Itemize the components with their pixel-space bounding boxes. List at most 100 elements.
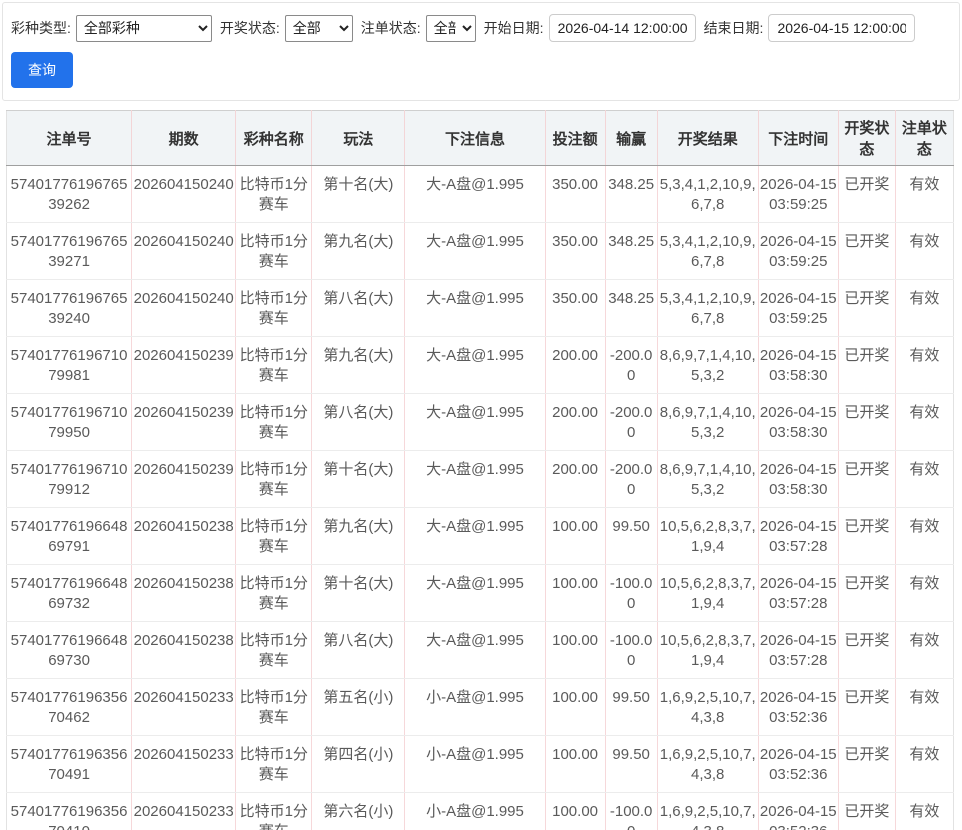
bet-status-label: 注单状态:	[361, 18, 421, 38]
cell-lottery-name: 比特币1分赛车	[236, 280, 312, 337]
cell-win-loss: -200.00	[605, 451, 657, 508]
cell-bet-status: 有效	[895, 166, 953, 223]
cell-bet-time: 2026-04-15 03:57:28	[758, 508, 838, 565]
table-row: 5740177619671079950202604150239比特币1分赛车第八…	[7, 394, 954, 451]
cell-bet-amount: 100.00	[545, 565, 605, 622]
cell-bet-status: 有效	[895, 223, 953, 280]
cell-bet-info: 大-A盘@1.995	[405, 166, 545, 223]
cell-bet-number: 5740177619676539240	[7, 280, 132, 337]
cell-bet-time: 2026-04-15 03:52:36	[758, 793, 838, 830]
draw-status-select[interactable]: 全部	[285, 15, 353, 42]
cell-lottery-name: 比特币1分赛车	[236, 508, 312, 565]
cell-draw-status: 已开奖	[838, 394, 895, 451]
cell-lottery-name: 比特币1分赛车	[236, 793, 312, 830]
cell-bet-number: 5740177619635670491	[7, 736, 132, 793]
column-header-bet-number: 注单号	[7, 111, 132, 166]
cell-period: 202604150240	[132, 280, 236, 337]
cell-lottery-name: 比特币1分赛车	[236, 679, 312, 736]
cell-draw-status: 已开奖	[838, 337, 895, 394]
cell-bet-info: 大-A盘@1.995	[405, 394, 545, 451]
start-date-input[interactable]	[549, 14, 696, 42]
cell-bet-status: 有效	[895, 508, 953, 565]
cell-bet-info: 大-A盘@1.995	[405, 565, 545, 622]
cell-bet-info: 大-A盘@1.995	[405, 508, 545, 565]
table-row: 5740177619664869732202604150238比特币1分赛车第十…	[7, 565, 954, 622]
cell-draw-result: 8,6,9,7,1,4,10,5,3,2	[657, 337, 758, 394]
cell-bet-number: 5740177619664869791	[7, 508, 132, 565]
lottery-type-select[interactable]: 全部彩种	[76, 15, 212, 42]
cell-win-loss: 99.50	[605, 736, 657, 793]
cell-draw-status: 已开奖	[838, 793, 895, 830]
cell-draw-status: 已开奖	[838, 508, 895, 565]
cell-period: 202604150238	[132, 565, 236, 622]
cell-bet-info: 大-A盘@1.995	[405, 337, 545, 394]
table-row: 5740177619635670410202604150233比特币1分赛车第六…	[7, 793, 954, 830]
cell-bet-time: 2026-04-15 03:59:25	[758, 166, 838, 223]
column-header-win-loss: 输赢	[605, 111, 657, 166]
cell-lottery-name: 比特币1分赛车	[236, 166, 312, 223]
cell-bet-amount: 200.00	[545, 337, 605, 394]
cell-period: 202604150239	[132, 394, 236, 451]
cell-bet-time: 2026-04-15 03:58:30	[758, 451, 838, 508]
cell-period: 202604150239	[132, 451, 236, 508]
cell-bet-status: 有效	[895, 679, 953, 736]
column-header-play-type: 玩法	[312, 111, 405, 166]
draw-status-label: 开奖状态:	[220, 18, 280, 38]
cell-win-loss: -100.00	[605, 793, 657, 830]
cell-play-type: 第八名(大)	[312, 622, 405, 679]
cell-bet-status: 有效	[895, 280, 953, 337]
cell-period: 202604150238	[132, 508, 236, 565]
cell-win-loss: -200.00	[605, 337, 657, 394]
cell-bet-amount: 100.00	[545, 508, 605, 565]
cell-win-loss: 348.25	[605, 166, 657, 223]
cell-play-type: 第六名(小)	[312, 793, 405, 830]
cell-play-type: 第九名(大)	[312, 337, 405, 394]
cell-bet-number: 5740177619671079950	[7, 394, 132, 451]
table-row: 5740177619676539271202604150240比特币1分赛车第九…	[7, 223, 954, 280]
cell-draw-status: 已开奖	[838, 736, 895, 793]
cell-bet-time: 2026-04-15 03:52:36	[758, 736, 838, 793]
table-row: 5740177619676539240202604150240比特币1分赛车第八…	[7, 280, 954, 337]
cell-win-loss: 348.25	[605, 280, 657, 337]
cell-period: 202604150238	[132, 622, 236, 679]
cell-play-type: 第八名(大)	[312, 394, 405, 451]
cell-lottery-name: 比特币1分赛车	[236, 736, 312, 793]
cell-draw-result: 1,6,9,2,5,10,7,4,3,8	[657, 736, 758, 793]
cell-bet-status: 有效	[895, 451, 953, 508]
query-button[interactable]: 查询	[11, 52, 73, 88]
table-row: 5740177619664869791202604150238比特币1分赛车第九…	[7, 508, 954, 565]
cell-lottery-name: 比特币1分赛车	[236, 622, 312, 679]
cell-bet-number: 5740177619635670462	[7, 679, 132, 736]
header-row: 注单号期数彩种名称玩法下注信息投注额输赢开奖结果下注时间开奖状态注单状态	[7, 111, 954, 166]
cell-draw-result: 1,6,9,2,5,10,7,4,3,8	[657, 793, 758, 830]
cell-draw-result: 5,3,4,1,2,10,9,6,7,8	[657, 223, 758, 280]
filter-row: 彩种类型: 全部彩种 开奖状态: 全部 注单状态: 全部 开始日期: 结束日期:	[11, 14, 951, 42]
cell-bet-amount: 100.00	[545, 736, 605, 793]
column-header-draw-result: 开奖结果	[657, 111, 758, 166]
cell-draw-status: 已开奖	[838, 622, 895, 679]
cell-bet-info: 小-A盘@1.995	[405, 679, 545, 736]
cell-draw-status: 已开奖	[838, 565, 895, 622]
cell-bet-time: 2026-04-15 03:57:28	[758, 622, 838, 679]
end-date-input[interactable]	[768, 14, 915, 42]
cell-period: 202604150233	[132, 793, 236, 830]
bet-status-select[interactable]: 全部	[426, 15, 476, 42]
lottery-type-label: 彩种类型:	[11, 18, 71, 38]
cell-bet-number: 5740177619664869732	[7, 565, 132, 622]
cell-bet-number: 5740177619635670410	[7, 793, 132, 830]
column-header-period: 期数	[132, 111, 236, 166]
column-header-bet-amount: 投注额	[545, 111, 605, 166]
cell-period: 202604150240	[132, 223, 236, 280]
cell-draw-status: 已开奖	[838, 166, 895, 223]
cell-bet-time: 2026-04-15 03:57:28	[758, 565, 838, 622]
bet-table-header: 注单号期数彩种名称玩法下注信息投注额输赢开奖结果下注时间开奖状态注单状态	[7, 111, 954, 166]
cell-bet-status: 有效	[895, 394, 953, 451]
cell-bet-status: 有效	[895, 622, 953, 679]
end-date-label: 结束日期:	[704, 18, 764, 38]
column-header-lottery-name: 彩种名称	[236, 111, 312, 166]
column-header-bet-info: 下注信息	[405, 111, 545, 166]
table-row: 5740177619671079912202604150239比特币1分赛车第十…	[7, 451, 954, 508]
cell-play-type: 第十名(大)	[312, 166, 405, 223]
table-row: 5740177619676539262202604150240比特币1分赛车第十…	[7, 166, 954, 223]
cell-draw-result: 10,5,6,2,8,3,7,1,9,4	[657, 508, 758, 565]
